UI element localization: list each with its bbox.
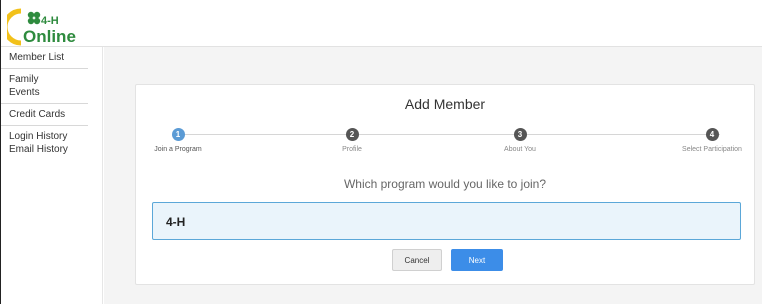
card-title: Add Member	[404, 96, 486, 112]
add-member-card: Add Member 1 Join a Program 2 Profile 3 …	[135, 84, 755, 285]
logo-4h-text: 4-H	[41, 15, 59, 27]
step-4-circle: 4	[705, 128, 719, 141]
sidebar-item-credit-cards[interactable]: Credit Cards	[9, 108, 80, 121]
logo-online-text: Online	[23, 27, 76, 46]
program-option-label: 4-H	[166, 215, 186, 229]
sidebar-group-members: Member List	[1, 47, 88, 69]
step-2-circle: 2	[345, 128, 359, 141]
top-bar: 4-H Online	[1, 0, 762, 47]
progress-stepper: 1 Join a Program 2 Profile 3 About You 4…	[154, 128, 744, 162]
sidebar-item-family[interactable]: Family	[9, 73, 80, 86]
program-question: Which program would you like to join?	[343, 177, 547, 191]
sidebar-group-family: Family Events	[1, 69, 88, 104]
sidebar-item-member-list[interactable]: Member List	[9, 51, 80, 64]
sidebar-group-history: Login History Email History	[1, 126, 88, 160]
program-option-4h[interactable]: 4-H	[152, 202, 741, 240]
step-1-circle: 1	[171, 128, 185, 141]
cancel-button[interactable]: Cancel	[392, 249, 442, 271]
step-1-label: Join a Program	[154, 146, 202, 153]
step-3-circle: 3	[513, 128, 527, 141]
4h-online-logo[interactable]: 4-H Online	[7, 6, 87, 46]
main-content: Add Member 1 Join a Program 2 Profile 3 …	[104, 47, 762, 304]
sidebar-item-email-history[interactable]: Email History	[9, 143, 80, 156]
step-3-label: About You	[504, 146, 536, 153]
step-4-label: Select Participation	[682, 146, 742, 153]
form-actions: Cancel Next	[136, 249, 754, 271]
sidebar-item-login-history[interactable]: Login History	[9, 130, 80, 143]
step-profile: 2 Profile	[312, 128, 392, 153]
sidebar: Member List Family Events Credit Cards L…	[1, 47, 103, 304]
sidebar-group-payments: Credit Cards	[1, 104, 88, 126]
step-join-program: 1 Join a Program	[138, 128, 218, 153]
sidebar-item-events[interactable]: Events	[9, 86, 80, 99]
step-about-you: 3 About You	[480, 128, 560, 153]
next-button[interactable]: Next	[451, 249, 503, 271]
step-select-participation: 4 Select Participation	[672, 128, 752, 153]
step-2-label: Profile	[342, 146, 362, 153]
stepper-line	[178, 134, 720, 135]
